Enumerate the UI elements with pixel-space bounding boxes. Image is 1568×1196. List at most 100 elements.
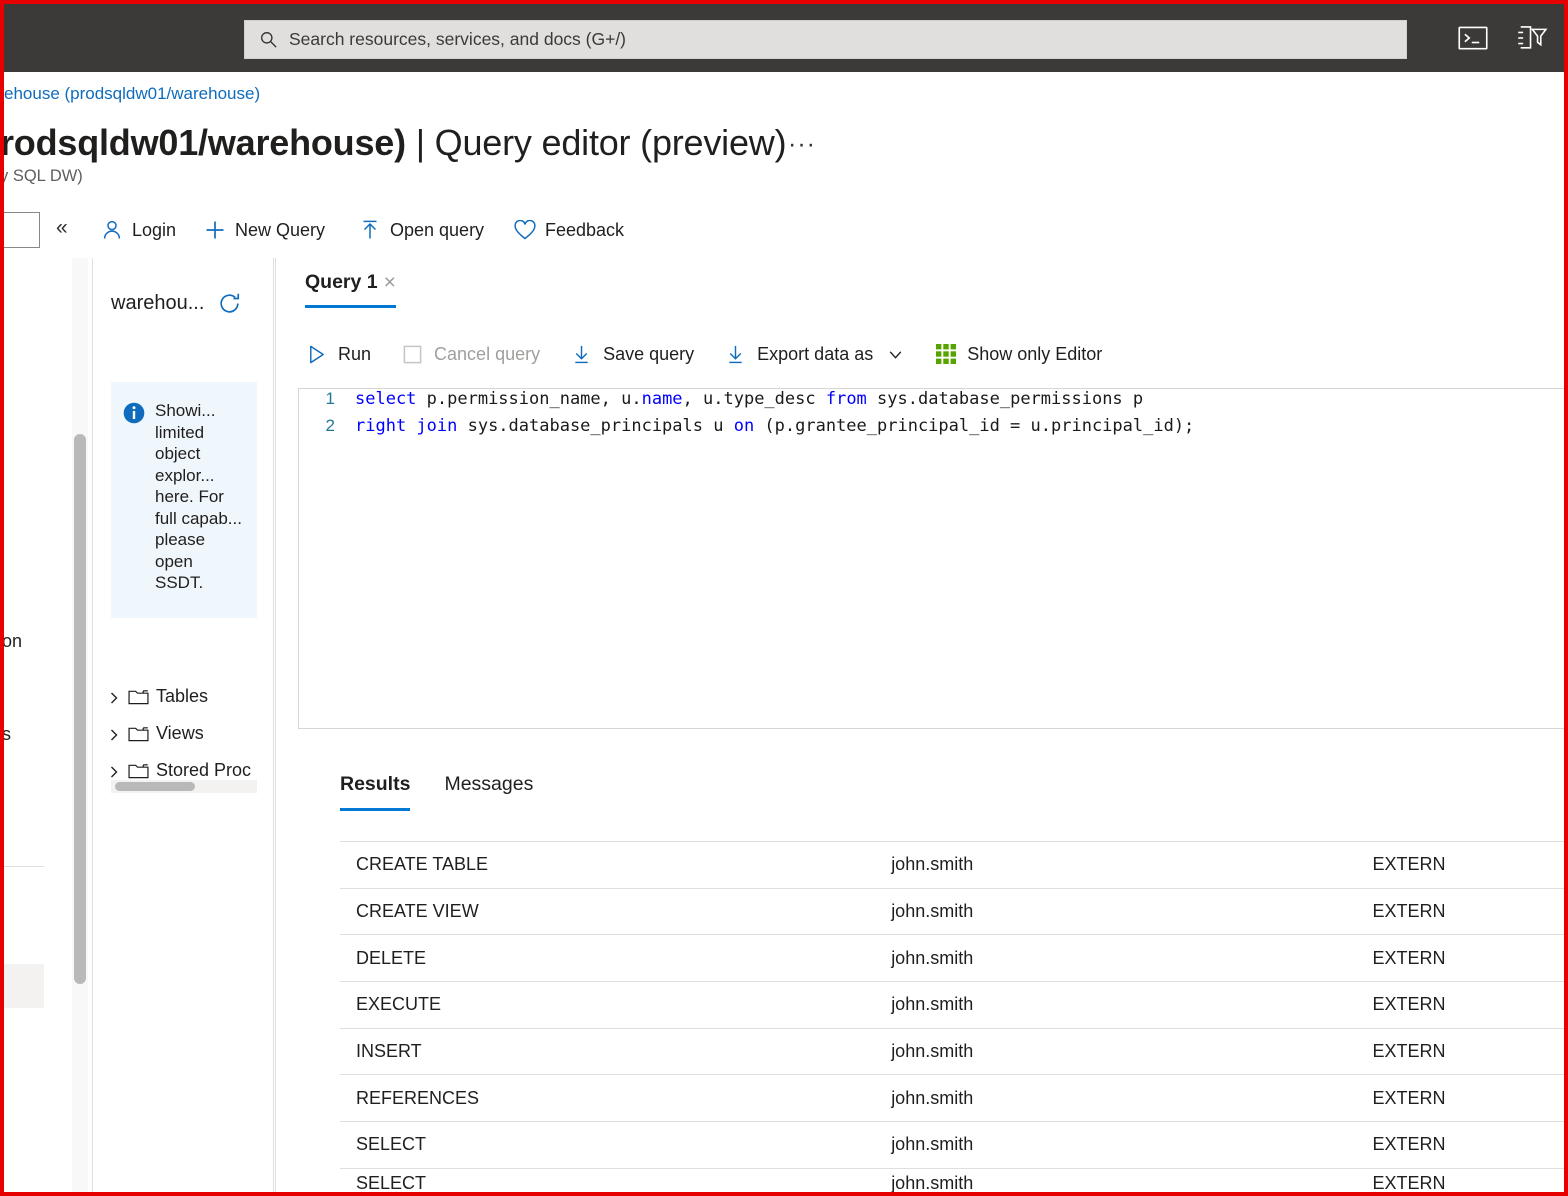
directories-subscriptions-icon[interactable] bbox=[1516, 21, 1550, 55]
page-title: rodsqldw01/warehouse) | Query editor (pr… bbox=[0, 122, 787, 164]
cell-permission-name: SELECT bbox=[356, 1134, 427, 1155]
cell-name: john.smith bbox=[891, 901, 974, 922]
tree-item-views[interactable]: Views bbox=[107, 719, 204, 747]
cell-name: john.smith bbox=[891, 1041, 974, 1062]
tree-item-label: Tables bbox=[156, 685, 209, 706]
refresh-icon[interactable] bbox=[216, 290, 242, 316]
sql-token: , u.type_desc bbox=[682, 389, 826, 409]
table-row[interactable]: DELETE john.smith EXTERN bbox=[340, 934, 1564, 981]
sql-code-line-2: right join sys.database_principals u on … bbox=[355, 416, 1194, 436]
login-label: Login bbox=[132, 219, 177, 240]
feedback-button[interactable]: Feedback bbox=[514, 211, 624, 249]
folder-icon bbox=[128, 762, 149, 779]
table-row[interactable]: CREATE VIEW john.smith EXTERN bbox=[340, 887, 1564, 935]
folder-icon bbox=[128, 688, 149, 705]
cell-permission-name: DELETE bbox=[356, 947, 427, 968]
sql-code-line-1: select p.permission_name, u.name, u.type… bbox=[355, 389, 1143, 409]
grid-icon bbox=[934, 343, 957, 366]
search-icon bbox=[259, 30, 278, 49]
stop-square-icon bbox=[401, 343, 424, 366]
feedback-label: Feedback bbox=[545, 219, 625, 240]
query-editor-main: Query 1 × Run Cancel query Save query Ex… bbox=[275, 258, 1564, 1193]
sql-token: sys.database_principals u bbox=[457, 416, 734, 436]
left-nav-fragment-1[interactable]: on bbox=[4, 631, 22, 652]
cloud-shell-icon[interactable] bbox=[1456, 21, 1490, 55]
object-explorer-hscrollbar-thumb[interactable] bbox=[115, 782, 195, 791]
tree-item-tables[interactable]: Tables bbox=[107, 682, 208, 710]
cell-name: john.smith bbox=[891, 854, 974, 875]
sql-token: right join bbox=[355, 416, 458, 436]
cell-type-desc: EXTERN bbox=[1372, 1172, 1446, 1193]
database-name: warehou... bbox=[111, 291, 205, 314]
cell-name: john.smith bbox=[891, 947, 974, 968]
cell-permission-name: CREATE TABLE bbox=[356, 854, 489, 875]
sql-token: name bbox=[641, 389, 683, 409]
table-row[interactable]: CREATE TABLE john.smith EXTERN bbox=[340, 841, 1564, 888]
left-nav-selected-item[interactable] bbox=[4, 964, 44, 1008]
cancel-query-button: Cancel query bbox=[401, 336, 540, 372]
object-explorer-info-box: Showi... limited object explor... here. … bbox=[111, 382, 257, 618]
cell-permission-name: EXECUTE bbox=[356, 994, 442, 1015]
open-query-label: Open query bbox=[390, 219, 485, 240]
cell-permission-name: CREATE VIEW bbox=[356, 901, 479, 922]
new-query-label: New Query bbox=[235, 219, 326, 240]
resource-filter-input[interactable] bbox=[4, 212, 40, 248]
table-row[interactable]: SELECT john.smith EXTERN bbox=[340, 1121, 1564, 1168]
table-row[interactable]: EXECUTE john.smith EXTERN bbox=[340, 981, 1564, 1028]
cell-type-desc: EXTERN bbox=[1372, 947, 1446, 968]
save-query-button[interactable]: Save query bbox=[570, 336, 694, 372]
login-button[interactable]: Login bbox=[101, 211, 176, 249]
object-explorer-info-text: Showi... limited object explor... here. … bbox=[155, 401, 242, 592]
collapse-menu-icon[interactable]: « bbox=[56, 216, 68, 240]
run-button[interactable]: Run bbox=[305, 336, 371, 372]
download-icon bbox=[724, 343, 747, 366]
page-title-rest: | Query editor (preview) bbox=[405, 122, 787, 163]
close-icon[interactable]: × bbox=[384, 272, 396, 293]
folder-icon bbox=[128, 725, 149, 742]
chevron-right-icon bbox=[107, 726, 121, 741]
show-only-editor-button[interactable]: Show only Editor bbox=[934, 336, 1102, 372]
breadcrumb[interactable]: ehouse (prodsqldw01/warehouse) bbox=[4, 84, 260, 104]
tab-query-1-label: Query 1 bbox=[305, 271, 378, 293]
upload-icon bbox=[359, 219, 381, 241]
sql-line: 1 select p.permission_name, u.name, u.ty… bbox=[299, 389, 1564, 416]
new-query-button[interactable]: New Query bbox=[204, 211, 325, 249]
query-toolbar: Run Cancel query Save query Export data … bbox=[305, 336, 1132, 372]
table-row[interactable]: SELECT john.smith EXTERN bbox=[340, 1167, 1564, 1193]
results-grid[interactable]: CREATE TABLE john.smith EXTERN CREATE VI… bbox=[340, 841, 1564, 1193]
tab-messages[interactable]: Messages bbox=[444, 773, 533, 808]
export-data-as-button[interactable]: Export data as bbox=[724, 336, 904, 372]
download-icon bbox=[570, 343, 593, 366]
object-explorer-scrollbar-thumb[interactable] bbox=[74, 434, 86, 984]
tab-query-1[interactable]: Query 1 × bbox=[305, 271, 396, 308]
tab-results[interactable]: Results bbox=[340, 773, 411, 811]
object-explorer-panel: warehou... Showi... limited object explo… bbox=[92, 258, 274, 1192]
sql-token: from bbox=[825, 389, 867, 409]
chevron-right-icon bbox=[107, 763, 121, 778]
run-label: Run bbox=[338, 343, 372, 364]
cell-type-desc: EXTERN bbox=[1372, 1087, 1446, 1108]
global-search-input[interactable]: Search resources, services, and docs (G+… bbox=[244, 20, 1407, 59]
person-icon bbox=[101, 219, 123, 241]
sql-token: on bbox=[733, 416, 755, 436]
left-nav-fragment-2[interactable]: s bbox=[4, 724, 11, 745]
sql-token: select bbox=[355, 389, 417, 409]
sql-token: p.permission_name, u. bbox=[416, 389, 642, 409]
open-query-button[interactable]: Open query bbox=[359, 211, 484, 249]
page-title-bold: rodsqldw01/warehouse) bbox=[0, 122, 406, 163]
cell-permission-name: REFERENCES bbox=[356, 1087, 480, 1108]
export-data-as-label: Export data as bbox=[757, 343, 874, 364]
sql-token: (p.grantee_principal_id = u.principal_id… bbox=[754, 416, 1195, 436]
cell-type-desc: EXTERN bbox=[1372, 994, 1446, 1015]
more-menu-button[interactable]: ··· bbox=[788, 130, 816, 159]
query-tab-bar: Query 1 × bbox=[305, 271, 396, 308]
cell-name: john.smith bbox=[891, 1172, 974, 1193]
table-row[interactable]: REFERENCES john.smith EXTERN bbox=[340, 1074, 1564, 1121]
table-row[interactable]: INSERT john.smith EXTERN bbox=[340, 1027, 1564, 1075]
chevron-down-icon[interactable] bbox=[887, 346, 904, 363]
results-tab-bar: Results Messages bbox=[340, 773, 533, 811]
cancel-query-label: Cancel query bbox=[434, 343, 541, 364]
azure-portal-window: Search resources, services, and docs (G+… bbox=[0, 0, 1568, 1196]
tree-item-label: Stored Proc bbox=[156, 759, 252, 780]
sql-code-editor[interactable]: 1 select p.permission_name, u.name, u.ty… bbox=[298, 388, 1564, 729]
